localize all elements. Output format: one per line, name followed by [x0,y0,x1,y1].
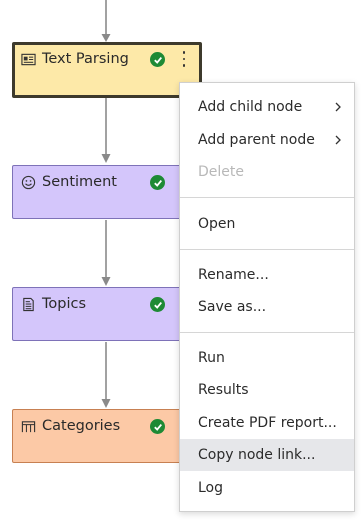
categories-icon [21,420,36,432]
menu-item-create-pdf-report[interactable]: Create PDF report... [180,407,354,439]
node-title: Categories [42,418,121,434]
menu-item-add-parent-node[interactable]: Add parent node [180,124,354,156]
menu-item-results[interactable]: Results [180,374,354,406]
node-text-parsing[interactable]: Text Parsing [12,42,202,98]
node-sentiment[interactable]: Sentiment [12,165,202,219]
node-topics[interactable]: Topics [12,287,202,341]
node-title: Sentiment [42,174,117,190]
menu-separator [180,249,354,250]
menu-item-label: Log [198,480,224,496]
menu-item-label: Add parent node [198,132,315,148]
success-check-icon [150,52,165,67]
menu-separator [180,332,354,333]
menu-item-rename[interactable]: Rename... [180,259,354,291]
connector-topics-to-categories [101,342,111,408]
menu-item-log[interactable]: Log [180,472,354,504]
connector-text-parsing-to-sentiment [101,97,111,163]
menu-item-label: Results [198,382,249,398]
chevron-right-icon [335,135,341,145]
success-check-icon [150,419,165,434]
node-options-icon[interactable] [181,51,187,67]
text-parsing-icon [21,53,36,65]
menu-item-run[interactable]: Run [180,342,354,374]
menu-item-open[interactable]: Open [180,208,354,240]
menu-item-copy-node-link[interactable]: Copy node link... [180,439,354,471]
node-context-menu: Add child node Add parent node Delete Op… [179,82,355,512]
chevron-right-icon [335,102,341,112]
node-categories[interactable]: Categories [12,409,202,463]
menu-item-label: Run [198,350,225,366]
menu-item-label: Copy node link... [198,447,316,463]
menu-item-label: Create PDF report... [198,415,337,431]
topics-icon [23,297,34,311]
pipeline-canvas: Text Parsing Sentiment Topics Categories… [0,0,364,523]
menu-item-label: Rename... [198,267,269,283]
menu-item-label: Open [198,216,236,232]
node-title: Topics [42,296,87,312]
menu-item-label: Delete [198,164,244,180]
connector-sentiment-to-topics [101,220,111,286]
success-check-icon [150,297,165,312]
menu-item-label: Save as... [198,299,267,315]
success-check-icon [150,175,165,190]
node-title: Text Parsing [42,51,129,67]
menu-separator [180,197,354,198]
menu-item-add-child-node[interactable]: Add child node [180,91,354,123]
sentiment-icon [21,175,36,189]
menu-item-label: Add child node [198,99,303,115]
menu-item-delete: Delete [180,156,354,188]
menu-item-save-as[interactable]: Save as... [180,291,354,323]
connector-top [101,0,111,42]
